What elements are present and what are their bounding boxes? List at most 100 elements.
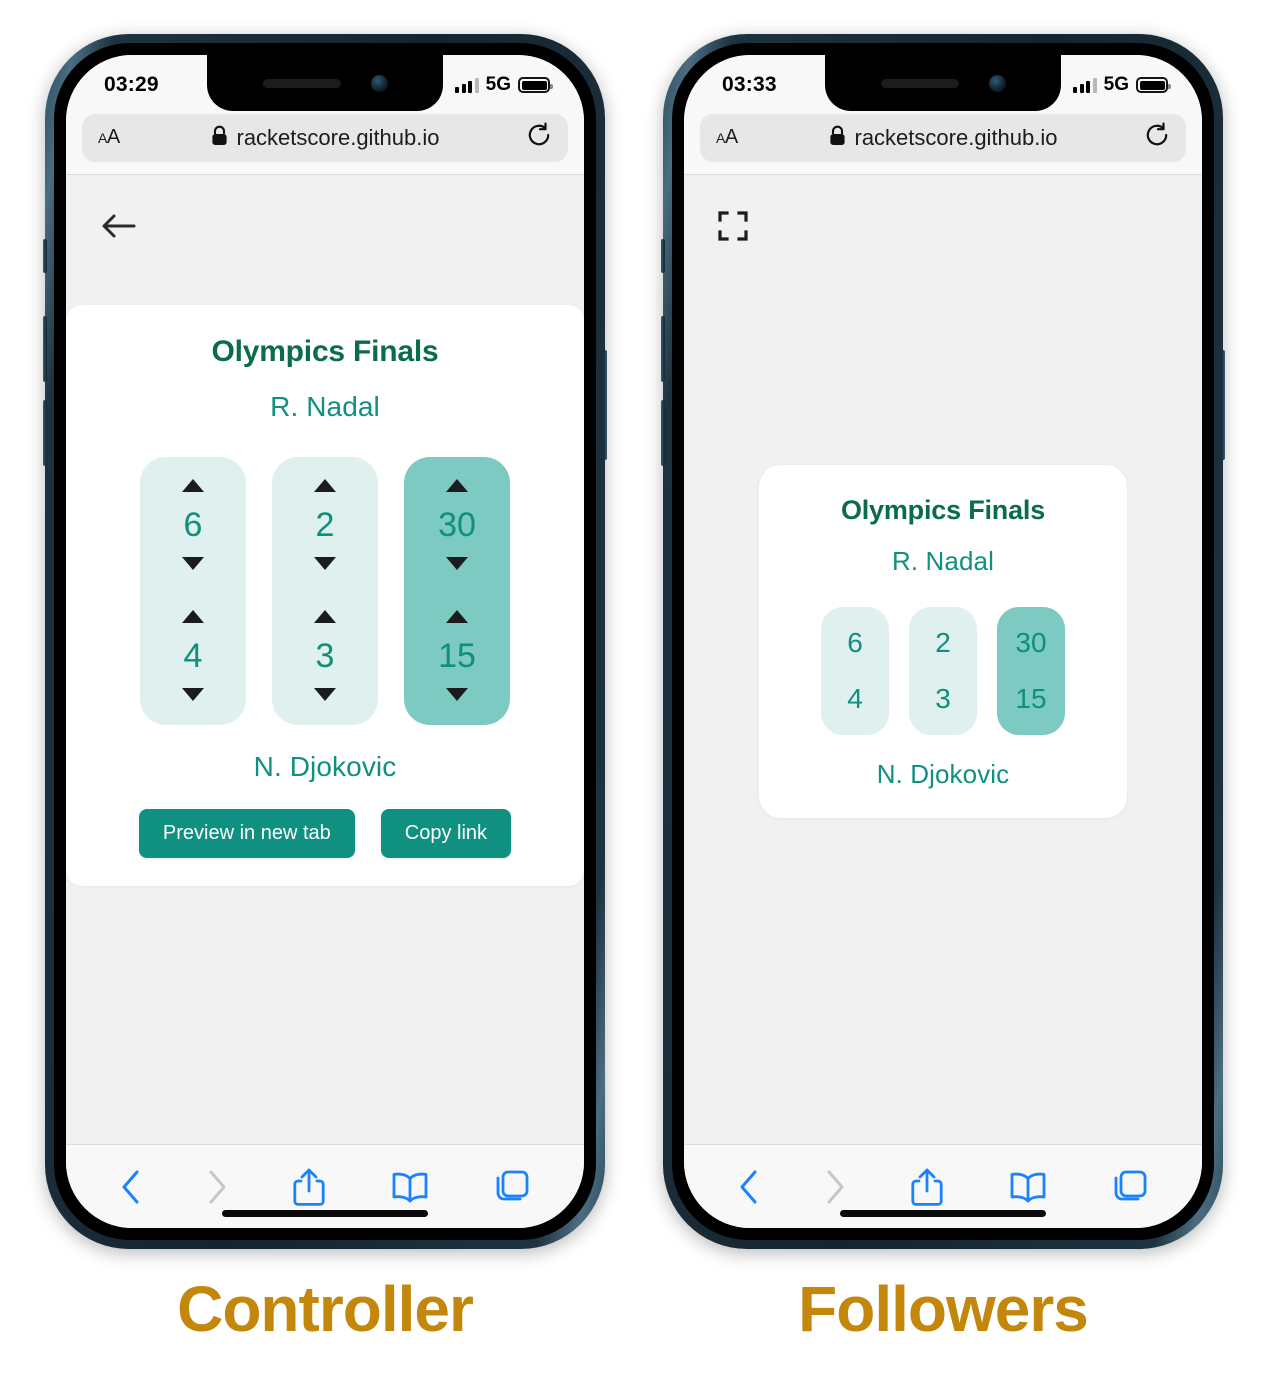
score-columns: 6 4 2 3 30 15 <box>66 457 584 725</box>
score-stepper-bottom: 4 <box>140 610 246 701</box>
reload-icon[interactable] <box>526 122 552 153</box>
copy-link-button[interactable]: Copy link <box>380 809 512 858</box>
increment-arrow-up-icon[interactable] <box>314 479 336 492</box>
score-column-points: 30 15 <box>997 607 1065 735</box>
front-camera-icon <box>988 74 1006 92</box>
caption-controller: Controller <box>177 1273 474 1345</box>
earpiece-speaker-icon <box>262 78 341 88</box>
power-button[interactable] <box>603 350 607 460</box>
reload-icon[interactable] <box>1144 122 1170 153</box>
address-bar-content: racketscore.github.io <box>700 125 1186 151</box>
lock-icon <box>829 125 846 151</box>
home-indicator[interactable] <box>840 1210 1046 1217</box>
score-value: 30 <box>438 506 476 544</box>
score-value: 3 <box>935 683 951 714</box>
score-value: 3 <box>315 637 335 675</box>
match-title: Olympics Finals <box>840 495 1046 525</box>
score-column-points: 30 15 <box>404 457 510 725</box>
browser-toolbar <box>684 1144 1202 1228</box>
volume-up-button[interactable] <box>661 316 665 382</box>
notch <box>207 55 443 111</box>
match-title: Olympics Finals <box>211 335 439 368</box>
caption-followers: Followers <box>798 1273 1089 1345</box>
back-chevron-icon[interactable] <box>120 1169 142 1205</box>
network-type-label: 5G <box>485 74 511 95</box>
decrement-arrow-down-icon[interactable] <box>314 688 336 701</box>
power-button[interactable] <box>1221 350 1225 460</box>
volume-down-button[interactable] <box>43 400 47 466</box>
score-column-games: 2 3 <box>909 607 977 735</box>
back-chevron-icon[interactable] <box>738 1169 760 1205</box>
preview-in-new-tab-button[interactable]: Preview in new tab <box>138 809 355 858</box>
notch <box>825 55 1061 111</box>
mute-switch[interactable] <box>43 239 47 273</box>
phone-bezel: 03:33 5G AA racketscore.github.io Olympi… <box>672 43 1214 1240</box>
address-bar-content: racketscore.github.io <box>82 125 568 151</box>
phone-screen-controller: 03:29 5G AA racketscore.github.io Olympi… <box>66 55 584 1228</box>
score-column-sets: 6 4 <box>821 607 889 735</box>
increment-arrow-up-icon[interactable] <box>182 610 204 623</box>
web-page-controller: Olympics Finals R. Nadal 6 4 2 3 30 15 N… <box>66 175 584 1144</box>
increment-arrow-up-icon[interactable] <box>446 610 468 623</box>
text-size-aa-button[interactable]: AA <box>716 126 738 149</box>
decrement-arrow-down-icon[interactable] <box>182 557 204 570</box>
increment-arrow-up-icon[interactable] <box>182 479 204 492</box>
score-value: 4 <box>183 637 203 675</box>
forward-chevron-icon <box>824 1169 846 1205</box>
back-arrow-icon[interactable] <box>100 214 138 245</box>
score-value: 6 <box>183 506 203 544</box>
increment-arrow-up-icon[interactable] <box>314 610 336 623</box>
address-bar[interactable]: AA racketscore.github.io <box>82 113 568 162</box>
browser-address-bar-container: AA racketscore.github.io <box>684 111 1202 175</box>
score-value: 15 <box>438 637 476 675</box>
score-value: 15 <box>1015 683 1047 714</box>
score-value: 6 <box>847 627 863 658</box>
earpiece-speaker-icon <box>880 78 959 88</box>
score-stepper-top: 2 <box>272 479 378 570</box>
volume-down-button[interactable] <box>661 400 665 466</box>
decrement-arrow-down-icon[interactable] <box>314 557 336 570</box>
score-stepper-top: 30 <box>404 479 510 570</box>
browser-toolbar <box>66 1144 584 1228</box>
score-stepper-bottom: 3 <box>272 610 378 701</box>
home-indicator[interactable] <box>222 1210 428 1217</box>
network-type-label: 5G <box>1103 74 1129 95</box>
comparison-figure: 03:29 5G AA racketscore.github.io Olympi… <box>0 0 1280 1374</box>
status-time: 03:33 <box>722 73 777 96</box>
score-value: 30 <box>1015 627 1047 658</box>
decrement-arrow-down-icon[interactable] <box>446 688 468 701</box>
tabs-icon[interactable] <box>1112 1169 1148 1205</box>
phone-device-controller: 03:29 5G AA racketscore.github.io Olympi… <box>43 34 607 1249</box>
score-value: 2 <box>935 627 951 658</box>
text-size-aa-button[interactable]: AA <box>98 126 120 149</box>
battery-full-icon <box>518 77 553 93</box>
bookmarks-book-icon[interactable] <box>1008 1171 1048 1203</box>
player-bottom-name: N. Djokovic <box>253 751 397 782</box>
phone-screen-followers: 03:33 5G AA racketscore.github.io Olympi… <box>684 55 1202 1228</box>
page-top-actions <box>684 175 1202 246</box>
score-stepper-top: 6 <box>140 479 246 570</box>
cellular-signal-icon <box>455 77 479 93</box>
fullscreen-expand-icon[interactable] <box>718 211 748 245</box>
forward-chevron-icon <box>206 1169 228 1205</box>
web-page-followers: Olympics Finals R. Nadal 6 4 2 3 30 15 N… <box>684 175 1202 1144</box>
phone-device-followers: 03:33 5G AA racketscore.github.io Olympi… <box>661 34 1225 1249</box>
tabs-icon[interactable] <box>494 1169 530 1205</box>
card-action-buttons: Preview in new tab Copy link <box>66 809 584 858</box>
decrement-arrow-down-icon[interactable] <box>446 557 468 570</box>
increment-arrow-up-icon[interactable] <box>446 479 468 492</box>
score-value: 2 <box>315 506 335 544</box>
battery-full-icon <box>1136 77 1171 93</box>
score-follower-card: Olympics Finals R. Nadal 6 4 2 3 30 15 N… <box>759 465 1127 818</box>
status-indicators: 5G <box>455 74 553 96</box>
decrement-arrow-down-icon[interactable] <box>182 688 204 701</box>
score-value: 4 <box>847 683 863 714</box>
volume-up-button[interactable] <box>43 316 47 382</box>
share-icon[interactable] <box>910 1167 944 1207</box>
cellular-signal-icon <box>1073 77 1097 93</box>
mute-switch[interactable] <box>661 239 665 273</box>
bookmarks-book-icon[interactable] <box>390 1171 430 1203</box>
address-bar[interactable]: AA racketscore.github.io <box>700 113 1186 162</box>
player-top-name: R. Nadal <box>892 546 994 576</box>
share-icon[interactable] <box>292 1167 326 1207</box>
